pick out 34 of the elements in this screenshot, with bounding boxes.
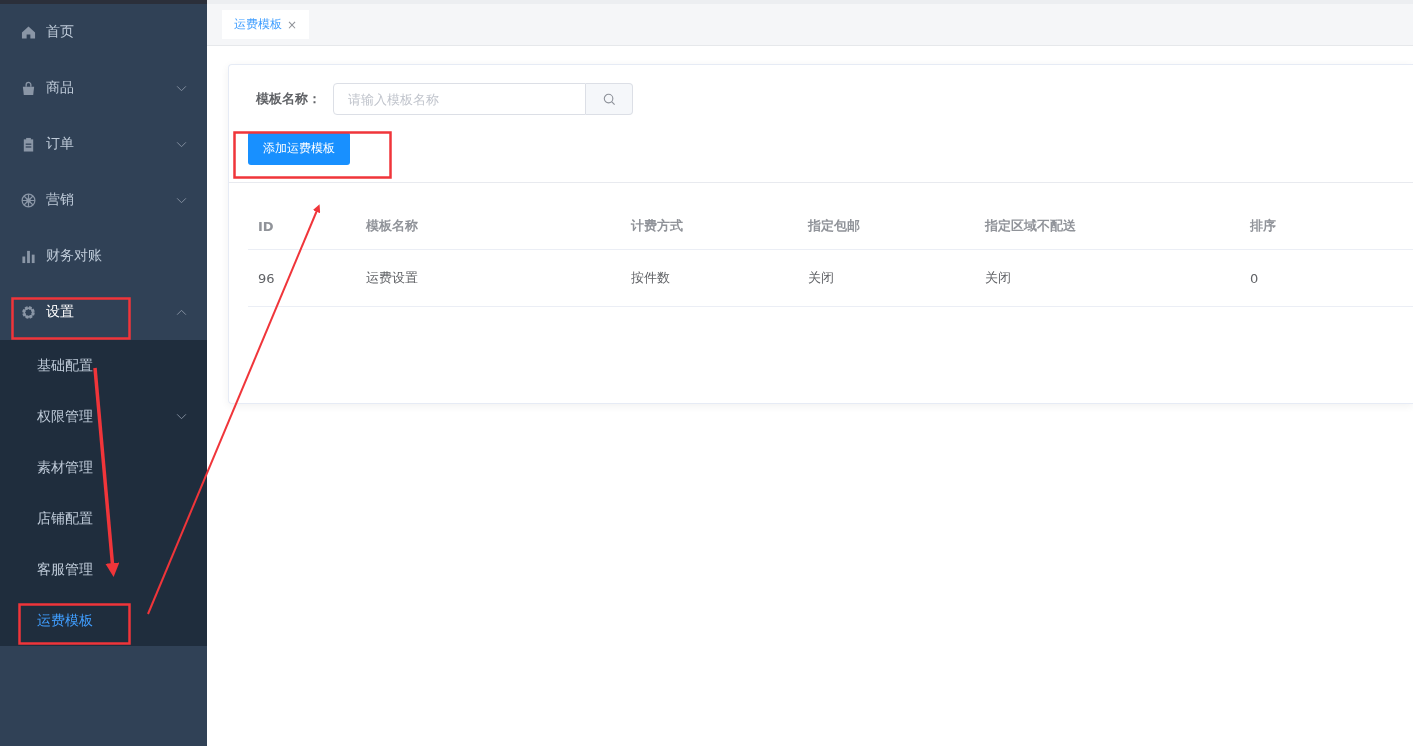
submenu-item[interactable]: 素材管理 (0, 442, 207, 493)
submenu-item[interactable]: 基础配置 (0, 340, 207, 391)
search-icon (602, 92, 616, 106)
column-header: ID (257, 218, 275, 234)
menu-item[interactable]: 财务对账 (0, 228, 207, 284)
submenu-item[interactable]: 客服管理 (0, 544, 207, 595)
clipboard-icon (21, 136, 36, 152)
submenu-item[interactable]: 权限管理 (0, 391, 207, 442)
submenu-item[interactable]: 店铺配置 (0, 493, 207, 544)
table-cell-text: 0 (1249, 270, 1260, 286)
column-header: 模板名称 (364, 217, 419, 235)
table-cell-text: 关闭 (984, 269, 1012, 287)
column-header: 排序 (1249, 217, 1277, 235)
column-header: 指定区域不配送 (983, 217, 1077, 235)
menu-item[interactable]: 营销 (0, 172, 207, 228)
search-field[interactable]: 请输入模板名称 (333, 83, 586, 115)
menu-item[interactable]: 设置 (0, 284, 207, 340)
search-button[interactable] (586, 83, 633, 115)
table-cell-text: 运费设置 (365, 269, 419, 287)
table-cell-text: 关闭 (807, 269, 835, 287)
home-icon (21, 24, 36, 40)
menu-item[interactable]: 商品 (0, 60, 207, 116)
bar-chart-icon (21, 248, 36, 264)
menu-item[interactable]: 订单 (0, 116, 207, 172)
settings-icon (21, 304, 36, 320)
column-header: 计费方式 (630, 217, 684, 235)
bag-icon (21, 80, 36, 96)
table-cell-text: 按件数 (630, 269, 671, 287)
column-header: 指定包邮 (806, 217, 861, 235)
wheel-icon (21, 192, 36, 208)
submenu-item[interactable]: 运费模板 (0, 595, 207, 646)
field-label: 模板名称： (256, 90, 322, 108)
menu-item[interactable]: 首页 (0, 4, 207, 60)
table-cell-text: 96 (257, 270, 276, 286)
